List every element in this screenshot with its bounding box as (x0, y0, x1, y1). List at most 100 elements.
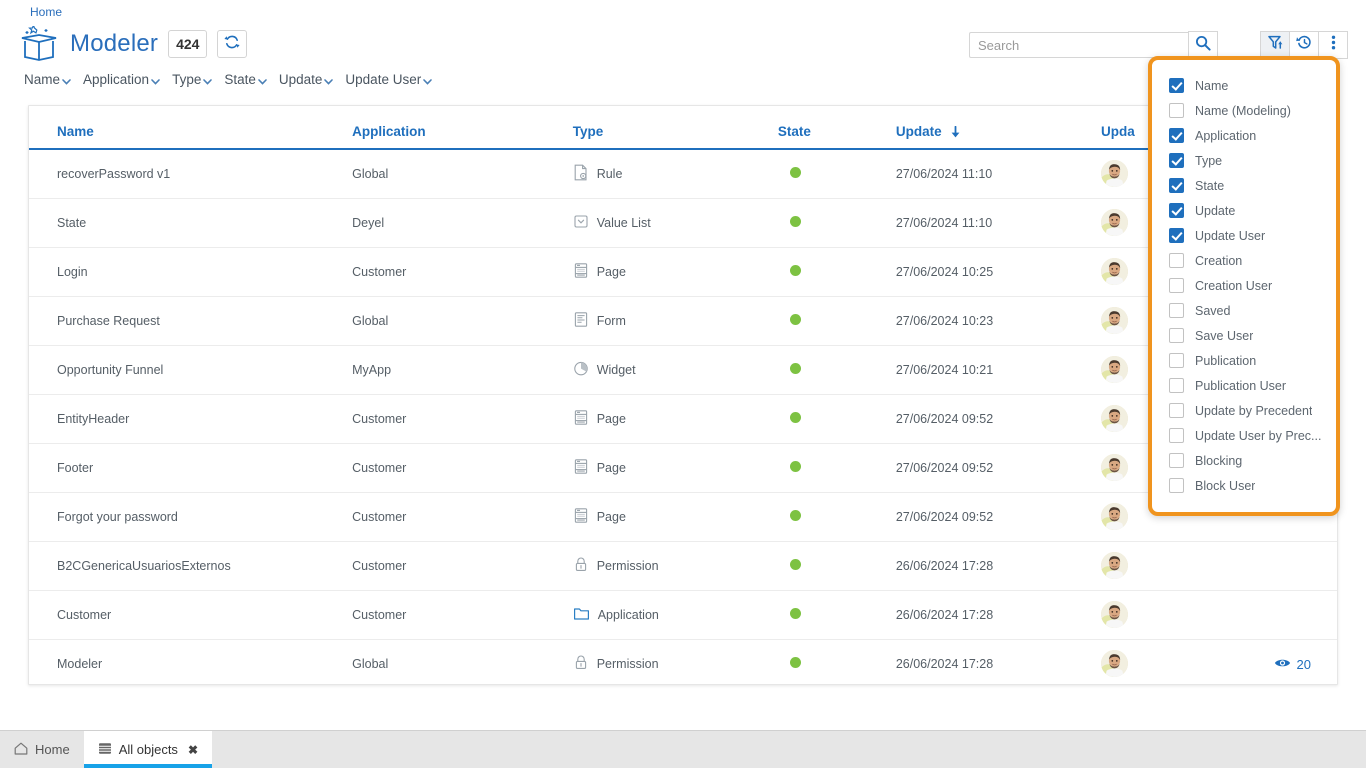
cell-application: Global (352, 296, 573, 345)
page-icon (573, 409, 589, 429)
table-row[interactable]: EntityHeaderCustomerPage27/06/2024 09:52 (29, 394, 1337, 443)
table-row[interactable]: Opportunity FunnelMyAppWidget27/06/2024 … (29, 345, 1337, 394)
status-badge (790, 510, 801, 521)
checkbox-checked-icon[interactable] (1169, 203, 1184, 218)
table-row[interactable]: Forgot your passwordCustomerPage27/06/20… (29, 492, 1337, 541)
table-row[interactable]: CustomerCustomerApplication26/06/2024 17… (29, 590, 1337, 639)
column-option-label: Update (1195, 204, 1235, 218)
filter-chip-type[interactable]: Type (172, 72, 213, 87)
checkbox-unchecked-icon[interactable] (1169, 328, 1184, 343)
tab-home[interactable]: Home (0, 731, 84, 768)
cell-type-label: Permission (597, 559, 659, 573)
page-icon (573, 458, 589, 478)
cell-name: Forgot your password (29, 492, 352, 541)
more-menu-button[interactable] (1318, 31, 1348, 59)
cell-type: Form (573, 296, 778, 345)
column-option[interactable]: Name (Modeling) (1152, 98, 1336, 123)
filter-columns-button[interactable] (1260, 31, 1290, 59)
lock-icon (573, 556, 589, 576)
column-header-application[interactable]: Application (352, 106, 573, 149)
checkbox-unchecked-icon[interactable] (1169, 453, 1184, 468)
column-option[interactable]: Name (1152, 73, 1336, 98)
checkbox-unchecked-icon[interactable] (1169, 403, 1184, 418)
cell-type: Application (573, 590, 778, 639)
visible-rows-indicator[interactable]: 20 (1274, 657, 1311, 672)
table-row[interactable]: B2CGenericaUsuariosExternosCustomerPermi… (29, 541, 1337, 590)
table-row[interactable]: Purchase RequestGlobalForm27/06/2024 10:… (29, 296, 1337, 345)
checkbox-unchecked-icon[interactable] (1169, 478, 1184, 493)
chevron-down-icon (257, 75, 268, 86)
visible-rows-count: 20 (1297, 657, 1311, 672)
column-option[interactable]: Saved (1152, 298, 1336, 323)
cell-update: 27/06/2024 09:52 (896, 394, 1101, 443)
column-header-update[interactable]: Update (896, 106, 1101, 149)
column-option[interactable]: Update User (1152, 223, 1336, 248)
filter-chip-label: Update User (345, 72, 421, 87)
checkbox-checked-icon[interactable] (1169, 128, 1184, 143)
checkbox-unchecked-icon[interactable] (1169, 103, 1184, 118)
column-option-label: Creation User (1195, 279, 1272, 293)
checkbox-unchecked-icon[interactable] (1169, 428, 1184, 443)
column-option[interactable]: Application (1152, 123, 1336, 148)
checkbox-checked-icon[interactable] (1169, 78, 1184, 93)
checkbox-unchecked-icon[interactable] (1169, 353, 1184, 368)
filter-chip-state[interactable]: State (224, 72, 268, 87)
filter-chip-label: Name (24, 72, 60, 87)
history-button[interactable] (1289, 31, 1319, 59)
cell-update-user (1101, 590, 1337, 639)
cell-type: Permission (573, 639, 778, 688)
avatar (1101, 209, 1128, 236)
chevron-down-icon (150, 75, 161, 86)
table-row[interactable]: FooterCustomerPage27/06/2024 09:52 (29, 443, 1337, 492)
filter-chip-update-user[interactable]: Update User (345, 72, 433, 87)
column-option[interactable]: Publication (1152, 348, 1336, 373)
column-option[interactable]: Blocking (1152, 448, 1336, 473)
refresh-button[interactable] (217, 30, 247, 58)
bottom-tab-bar: Home All objects ✖ (0, 730, 1366, 768)
checkbox-unchecked-icon[interactable] (1169, 278, 1184, 293)
column-option[interactable]: Block User (1152, 473, 1336, 498)
checkbox-checked-icon[interactable] (1169, 178, 1184, 193)
checkbox-checked-icon[interactable] (1169, 228, 1184, 243)
column-option[interactable]: Update (1152, 198, 1336, 223)
magnifier-icon (1195, 35, 1211, 56)
cell-application: Customer (352, 492, 573, 541)
filter-chip-application[interactable]: Application (83, 72, 161, 87)
search-input[interactable] (969, 32, 1189, 58)
column-option[interactable]: Save User (1152, 323, 1336, 348)
checkbox-checked-icon[interactable] (1169, 153, 1184, 168)
status-badge (790, 559, 801, 570)
close-icon[interactable]: ✖ (188, 743, 198, 757)
column-header-name[interactable]: Name (29, 106, 352, 149)
column-option[interactable]: Type (1152, 148, 1336, 173)
table-row[interactable]: LoginCustomerPage27/06/2024 10:25 (29, 247, 1337, 296)
avatar (1101, 258, 1128, 285)
tab-all-objects[interactable]: All objects ✖ (84, 731, 212, 768)
filter-chip-label: Application (83, 72, 149, 87)
checkbox-unchecked-icon[interactable] (1169, 303, 1184, 318)
cell-type: Page (573, 394, 778, 443)
column-header-state[interactable]: State (778, 106, 896, 149)
filter-chip-name[interactable]: Name (24, 72, 72, 87)
column-option[interactable]: Update User by Prec... (1152, 423, 1336, 448)
cell-application: Deyel (352, 198, 573, 247)
table-row[interactable]: StateDeyelValue List27/06/2024 11:10 (29, 198, 1337, 247)
search-button[interactable] (1188, 31, 1218, 59)
history-clock-icon (1296, 34, 1313, 56)
table-row[interactable]: ModelerGlobalPermission26/06/2024 17:28 (29, 639, 1337, 688)
column-header-type[interactable]: Type (573, 106, 778, 149)
cell-state (778, 149, 896, 198)
column-option[interactable]: State (1152, 173, 1336, 198)
column-option[interactable]: Creation User (1152, 273, 1336, 298)
column-option[interactable]: Creation (1152, 248, 1336, 273)
column-option[interactable]: Update by Precedent (1152, 398, 1336, 423)
breadcrumb[interactable]: Home (30, 5, 62, 19)
checkbox-unchecked-icon[interactable] (1169, 253, 1184, 268)
column-option[interactable]: Publication User (1152, 373, 1336, 398)
filter-chip-update[interactable]: Update (279, 72, 335, 87)
cell-update: 26/06/2024 17:28 (896, 541, 1101, 590)
cell-type: Page (573, 247, 778, 296)
avatar (1101, 503, 1128, 530)
table-row[interactable]: recoverPassword v1GlobalRule27/06/2024 1… (29, 149, 1337, 198)
checkbox-unchecked-icon[interactable] (1169, 378, 1184, 393)
